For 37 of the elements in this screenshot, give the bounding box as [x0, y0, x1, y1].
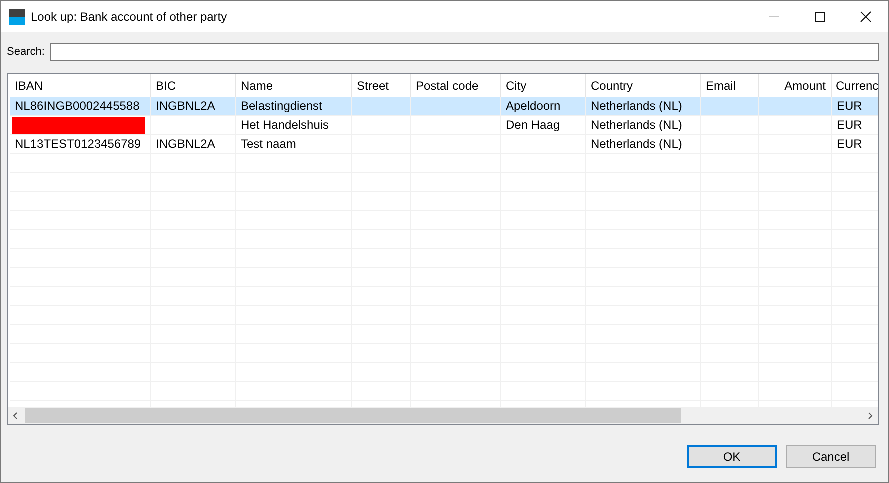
table-cell: INGBNL2A — [156, 99, 216, 113]
column-header[interactable]: IBAN — [15, 78, 44, 92]
search-label: Search: — [7, 46, 45, 58]
table-cell: Netherlands (NL) — [591, 118, 682, 132]
table-cell: Den Haag — [506, 118, 560, 132]
table-cell: EUR — [837, 118, 862, 132]
column-header[interactable]: BIC — [156, 78, 176, 92]
app-icon — [9, 8, 25, 24]
table-cell: INGBNL2A — [156, 137, 216, 151]
table-cell: Het Handelshuis — [241, 118, 330, 132]
table-cell: Belastingdienst — [241, 99, 322, 113]
window-title: Look up: Bank account of other party — [31, 10, 228, 24]
search-field[interactable] — [50, 43, 879, 61]
table-row[interactable]: NL86INGB0002445588 INGBNL2A Belastingdienst Apeldoorn Netherlands (NL) EUR — [10, 97, 878, 116]
maximize-icon[interactable] — [814, 10, 826, 22]
table-cell: NL13TEST0123456789 — [15, 137, 142, 151]
table-cell: NL86INGB0002445588 — [15, 99, 140, 113]
column-header[interactable]: Name — [241, 78, 274, 92]
scrollbar-thumb[interactable] — [25, 408, 681, 423]
column-header[interactable]: Email — [706, 78, 736, 92]
table-cell: Apeldoorn — [506, 99, 561, 113]
table-cell: EUR — [837, 137, 862, 151]
table-cell: Test naam — [241, 137, 296, 151]
column-header[interactable]: Street — [357, 78, 390, 92]
table-cell: Netherlands (NL) — [591, 99, 682, 113]
column-header[interactable]: City — [506, 78, 527, 92]
table-cell: Netherlands (NL) — [591, 137, 682, 151]
ok-button[interactable]: OK — [687, 445, 777, 468]
horizontal-scrollbar[interactable] — [8, 407, 878, 424]
close-icon[interactable] — [860, 10, 872, 22]
column-header[interactable]: Country — [591, 78, 634, 92]
table-cell: EUR — [837, 99, 862, 113]
column-header[interactable]: Amount — [784, 78, 826, 92]
column-header[interactable]: Postal code — [416, 78, 479, 92]
table-row[interactable]: Het Handelshuis Den Haag Netherlands (NL) EUR — [10, 116, 878, 135]
cancel-button[interactable]: Cancel — [786, 445, 876, 468]
column-header[interactable]: Currenc — [836, 78, 878, 92]
